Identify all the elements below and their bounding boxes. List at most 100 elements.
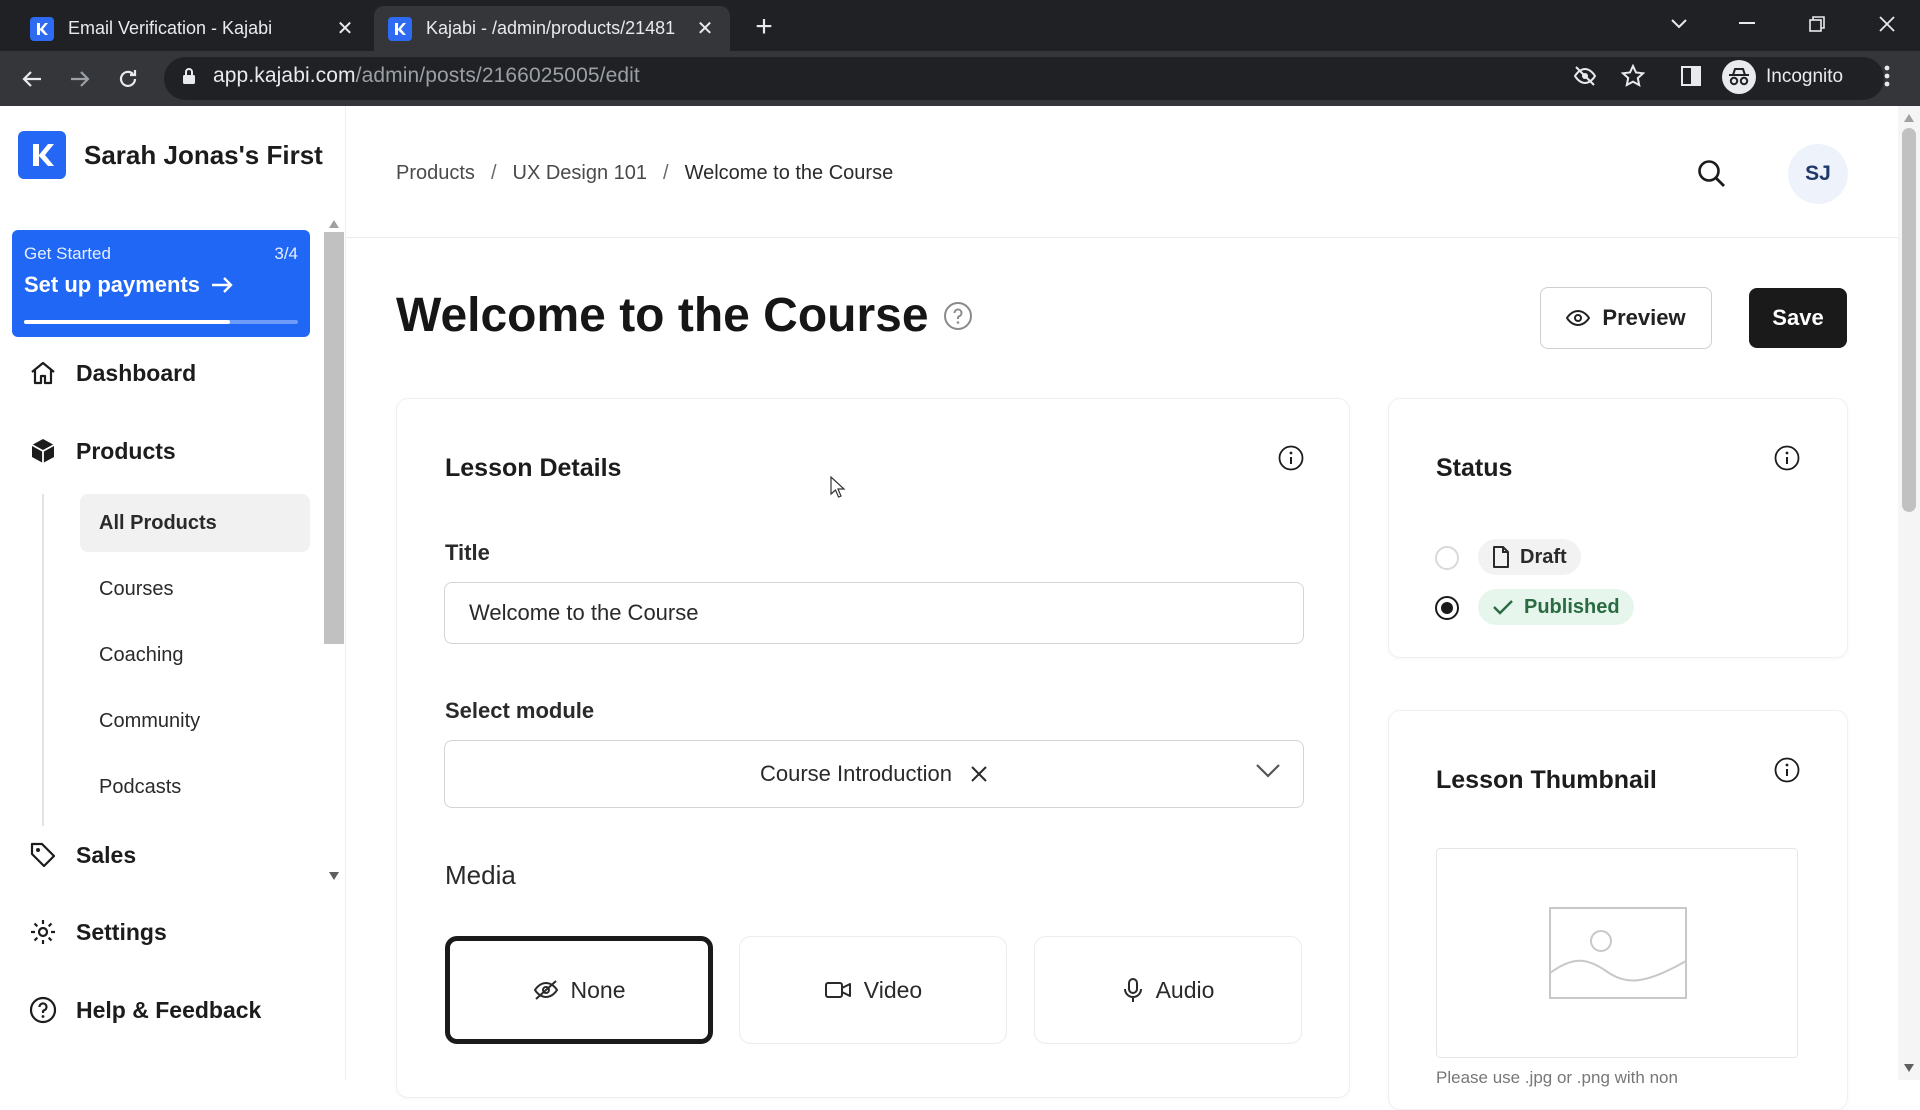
subnav-courses[interactable]: Courses bbox=[80, 560, 310, 618]
incognito-label: Incognito bbox=[1766, 66, 1844, 87]
url-text[interactable]: app.kajabi.com/admin/posts/2166025005/ed… bbox=[213, 64, 640, 88]
reload-icon[interactable] bbox=[110, 61, 146, 97]
media-video-label: Video bbox=[863, 976, 923, 1003]
side-panel-icon[interactable] bbox=[1676, 61, 1706, 91]
scroll-down-icon[interactable] bbox=[329, 872, 339, 880]
forward-icon[interactable] bbox=[62, 61, 98, 97]
status-published-label: Published bbox=[1524, 595, 1620, 618]
nav-dashboard[interactable]: Dashboard bbox=[28, 358, 196, 388]
info-icon[interactable] bbox=[1278, 445, 1304, 471]
title-input[interactable]: Welcome to the Course bbox=[444, 582, 1304, 644]
page: Sarah Jonas's First Get Started 3/4 Set … bbox=[0, 106, 1920, 1110]
subnav-podcasts[interactable]: Podcasts bbox=[80, 758, 310, 816]
media-option-video[interactable]: Video bbox=[739, 936, 1007, 1044]
media-option-none[interactable]: None bbox=[445, 936, 713, 1044]
eye-off-icon bbox=[533, 980, 558, 1000]
main-scroll-thumb[interactable] bbox=[1902, 128, 1916, 512]
status-draft-radio[interactable] bbox=[1435, 546, 1459, 570]
sidebar-scroll-thumb[interactable] bbox=[324, 232, 344, 644]
select-module-label: Select module bbox=[445, 698, 595, 723]
new-tab-icon[interactable]: + bbox=[748, 12, 780, 44]
lock-icon[interactable] bbox=[174, 61, 204, 91]
box-icon bbox=[28, 436, 58, 466]
breadcrumb-separator: / bbox=[663, 162, 669, 184]
scroll-up-icon[interactable] bbox=[1904, 114, 1914, 122]
bookmark-star-icon[interactable] bbox=[1618, 61, 1648, 91]
title-label: Title bbox=[445, 540, 490, 565]
help-circle-icon bbox=[28, 995, 58, 1025]
media-label: Media bbox=[445, 860, 516, 890]
mouse-cursor-icon bbox=[830, 476, 846, 498]
tab-search-chevron-icon[interactable] bbox=[1654, 8, 1704, 40]
tab-close-icon[interactable]: ✕ bbox=[694, 18, 716, 40]
preview-button[interactable]: Preview bbox=[1540, 287, 1712, 349]
clear-x-icon[interactable] bbox=[970, 765, 988, 783]
search-icon[interactable] bbox=[1696, 158, 1728, 190]
status-heading: Status bbox=[1436, 454, 1513, 482]
tag-icon bbox=[28, 840, 58, 870]
set-up-payments-label: Set up payments bbox=[24, 272, 201, 297]
nav-help-feedback[interactable]: Help & Feedback bbox=[28, 995, 261, 1025]
lesson-thumbnail-heading: Lesson Thumbnail bbox=[1436, 766, 1657, 794]
module-select[interactable]: Course Introduction bbox=[444, 740, 1304, 808]
thumbnail-upload-area[interactable] bbox=[1436, 848, 1798, 1058]
nav-help-label: Help & Feedback bbox=[76, 996, 262, 1023]
info-icon[interactable] bbox=[1774, 757, 1800, 783]
media-none-label: None bbox=[570, 976, 626, 1003]
tab-kajabi-admin[interactable]: Kajabi - /admin/products/21481 ✕ bbox=[374, 6, 730, 51]
image-placeholder-icon bbox=[1549, 907, 1687, 999]
chevron-down-icon bbox=[1256, 764, 1280, 778]
top-bar: Products / UX Design 101 / Welcome to th… bbox=[346, 106, 1898, 238]
status-published-radio[interactable] bbox=[1435, 596, 1459, 620]
status-draft-label: Draft bbox=[1520, 545, 1567, 568]
subnav-coaching[interactable]: Coaching bbox=[80, 626, 310, 684]
kajabi-favicon-icon bbox=[388, 16, 412, 41]
minimize-icon[interactable] bbox=[1722, 8, 1772, 40]
get-started-card[interactable]: Get Started 3/4 Set up payments bbox=[12, 230, 310, 337]
set-up-payments-link[interactable]: Set up payments bbox=[24, 272, 234, 298]
tracking-protection-icon[interactable] bbox=[1570, 61, 1600, 91]
subnav-community[interactable]: Community bbox=[80, 692, 310, 750]
main-scrollbar[interactable] bbox=[1898, 106, 1920, 1080]
site-name: Sarah Jonas's First bbox=[84, 139, 323, 170]
breadcrumb: Products / UX Design 101 / Welcome to th… bbox=[396, 162, 893, 185]
status-published-pill[interactable]: Published bbox=[1478, 589, 1634, 625]
browser-menu-icon[interactable] bbox=[1872, 61, 1902, 91]
nav-products-label: Products bbox=[76, 437, 176, 464]
question-circle-icon[interactable] bbox=[943, 301, 973, 331]
get-started-label: Get Started bbox=[24, 244, 111, 263]
avatar[interactable]: SJ bbox=[1788, 144, 1848, 204]
incognito-profile[interactable]: Incognito bbox=[1722, 59, 1843, 95]
breadcrumb-ux-design-101[interactable]: UX Design 101 bbox=[513, 162, 648, 185]
back-icon[interactable] bbox=[14, 61, 50, 97]
page-title-row: Welcome to the Course bbox=[396, 288, 973, 343]
tab-title: Kajabi - /admin/products/21481 bbox=[426, 18, 676, 38]
products-subnav-line bbox=[42, 494, 44, 826]
home-icon bbox=[28, 358, 58, 388]
scroll-up-icon[interactable] bbox=[329, 220, 339, 228]
nav-products[interactable]: Products bbox=[28, 436, 176, 466]
get-started-progress bbox=[24, 320, 298, 324]
get-started-progress-fill bbox=[24, 320, 230, 324]
tab-email-verification[interactable]: Email Verification - Kajabi ✕ bbox=[16, 6, 370, 51]
breadcrumb-current: Welcome to the Course bbox=[684, 162, 894, 184]
breadcrumb-products[interactable]: Products bbox=[396, 162, 475, 185]
sidebar-scrollbar[interactable] bbox=[324, 220, 344, 880]
check-icon bbox=[1493, 600, 1513, 615]
info-icon[interactable] bbox=[1774, 445, 1800, 471]
scroll-down-icon[interactable] bbox=[1904, 1064, 1914, 1072]
nav-sales-label: Sales bbox=[76, 841, 137, 868]
brand[interactable]: Sarah Jonas's First bbox=[18, 131, 323, 179]
kajabi-logo-icon bbox=[18, 131, 66, 179]
nav-sales[interactable]: Sales bbox=[28, 840, 136, 870]
tab-close-icon[interactable]: ✕ bbox=[334, 18, 356, 40]
save-button[interactable]: Save bbox=[1749, 288, 1847, 348]
nav-dashboard-label: Dashboard bbox=[76, 359, 197, 386]
restore-icon[interactable] bbox=[1792, 8, 1842, 40]
close-window-icon[interactable] bbox=[1862, 8, 1912, 40]
subnav-all-products[interactable]: All Products bbox=[80, 494, 310, 552]
status-draft-pill[interactable]: Draft bbox=[1478, 539, 1581, 575]
nav-settings[interactable]: Settings bbox=[28, 917, 167, 947]
document-icon bbox=[1493, 546, 1509, 568]
media-option-audio[interactable]: Audio bbox=[1034, 936, 1302, 1044]
